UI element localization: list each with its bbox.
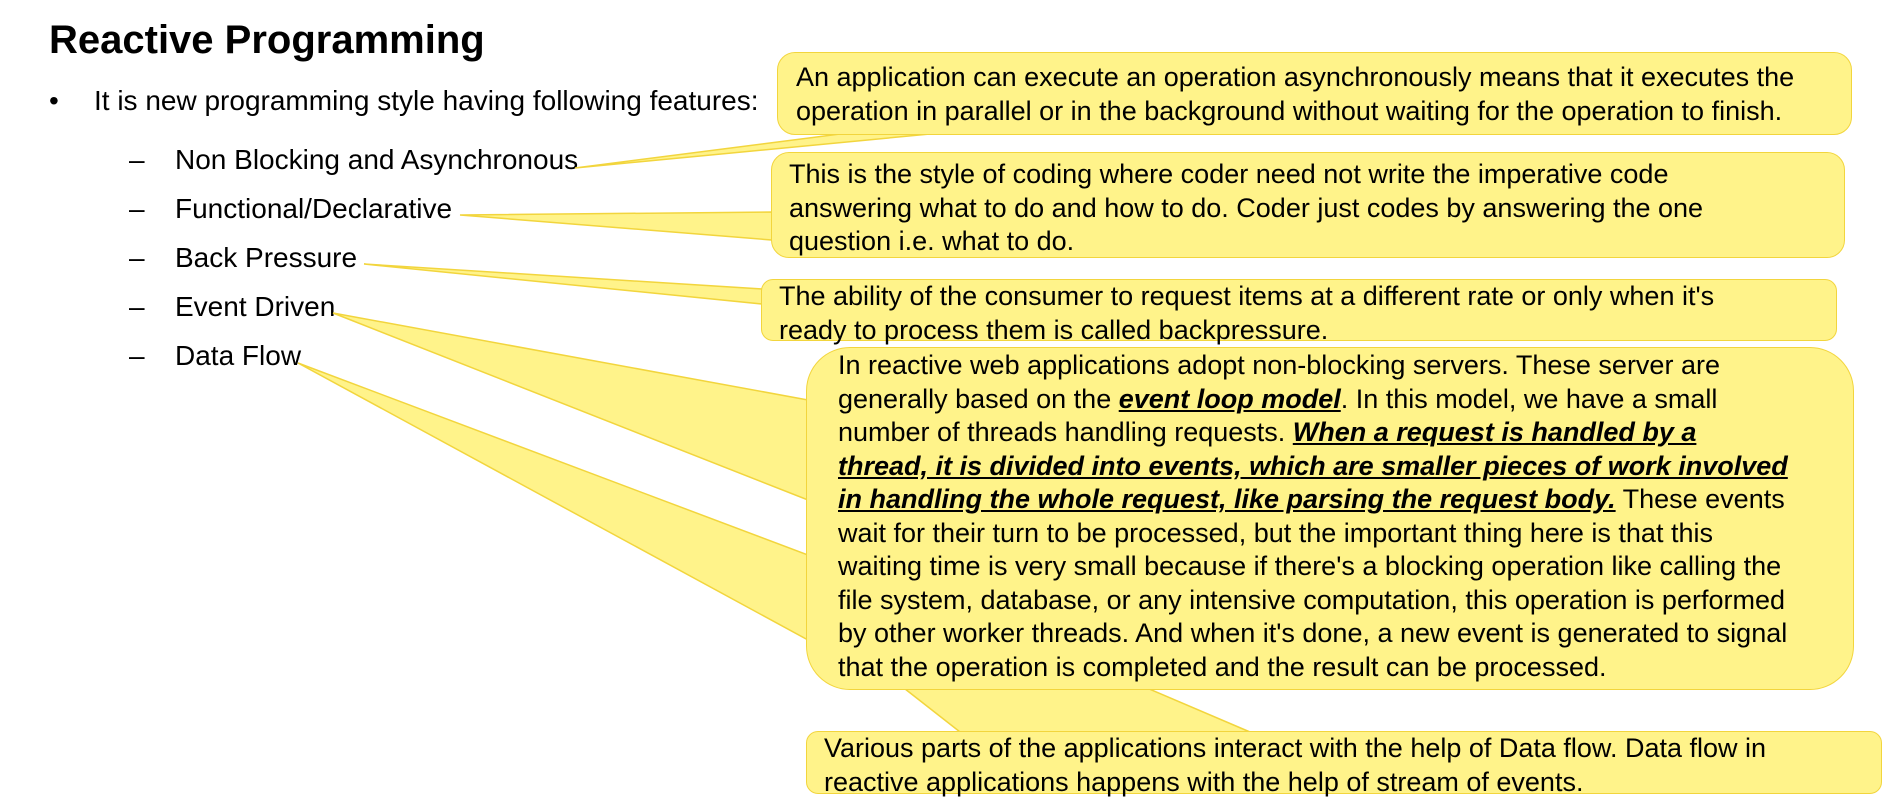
callout-line: answering what to do and how to do. Code…	[789, 192, 1704, 223]
connector-data-flow-lower	[897, 684, 1251, 733]
callout-functional: This is the style of coding where coder …	[771, 152, 1845, 258]
callout-line: wait for their turn to be processed, but…	[838, 517, 1713, 548]
emphasis-event-loop-model: event loop model	[1118, 383, 1341, 414]
callout-line: This is the style of coding where coder …	[789, 159, 1669, 189]
callout-line: In reactive web applications adopt non-b…	[838, 350, 1720, 380]
slide: Reactive Programming • It is new programm…	[0, 0, 1891, 803]
callout-line: ready to process them is called backpres…	[779, 314, 1329, 345]
connector-functional	[459, 211, 773, 241]
callout-text: number of threads handling requests.	[838, 417, 1293, 447]
callout-line: that the operation is completed and the …	[838, 651, 1607, 682]
callout-line: generally based on the event loop model.…	[838, 383, 1843, 417]
callout-text: . In this model, we have a small	[1340, 383, 1718, 414]
callout-line: in handling the whole request, like pars…	[838, 483, 1843, 517]
callout-line: operation in parallel or in the backgrou…	[796, 95, 1783, 126]
callout-line: number of threads handling requests. Whe…	[838, 416, 1843, 450]
callout-line: question i.e. what to do.	[789, 226, 1075, 256]
callout-back-pressure: The ability of the consumer to request i…	[761, 279, 1837, 345]
callout-line: The ability of the consumer to request i…	[779, 281, 1715, 311]
callout-event-driven: In reactive web applications adopt non-b…	[806, 347, 1854, 690]
callout-line-emphasis: thread, it is divided into events, which…	[838, 450, 1788, 481]
callout-line: by other worker threads. And when it's d…	[838, 618, 1788, 648]
callout-line: waiting time is very small because if th…	[838, 551, 1782, 581]
emphasis-text: When a request is handled by a	[1292, 417, 1697, 447]
connector-back-pressure	[363, 263, 763, 305]
callout-line: An application can execute an operation …	[796, 62, 1795, 92]
callout-non-blocking: An application can execute an operation …	[777, 52, 1852, 135]
callout-data-flow: Various parts of the applications intera…	[806, 731, 1882, 797]
callout-line: reactive applications happens with the h…	[824, 766, 1584, 797]
emphasis-text: in handling the whole request, like pars…	[838, 484, 1616, 514]
callout-text: generally based on the	[838, 383, 1119, 414]
callout-line: file system, database, or any intensive …	[838, 584, 1785, 615]
callout-text: These events	[1615, 484, 1785, 514]
callout-line: Various parts of the applications intera…	[824, 733, 1767, 763]
